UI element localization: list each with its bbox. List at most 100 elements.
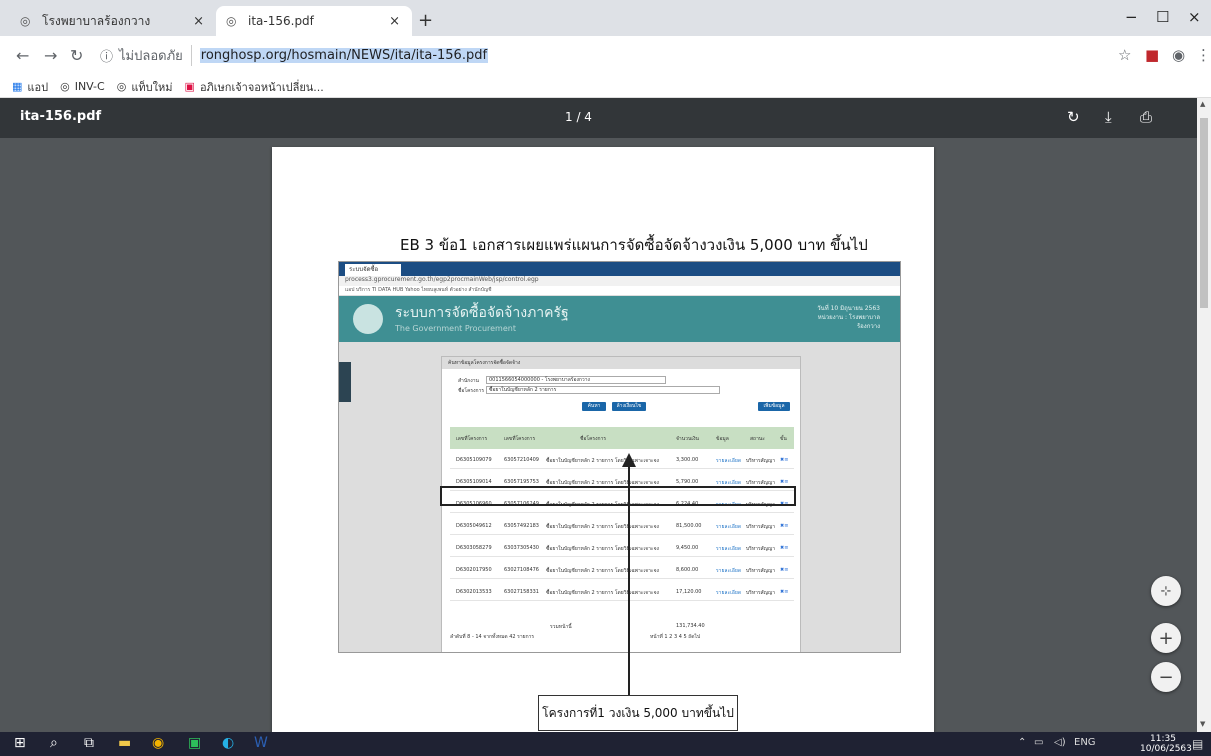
embedded-screenshot: ระบบจัดซื้อ process3.gprocurement.go.th/…: [338, 261, 901, 653]
cell-amount: 9,450.00: [676, 545, 699, 551]
inner-table-row: D6302013533 63027158331 ซื้อยาในบัญชียาหลั…: [450, 583, 794, 601]
star-icon[interactable]: ☆: [1118, 46, 1131, 64]
apps-icon: ▦: [12, 80, 23, 93]
bookmark-page[interactable]: ▣ อภิเษกเจ้าจอหน้าเปลี่ยน...: [185, 78, 324, 96]
cell-name: ซื้อยาในบัญชียาหลัก 2 รายการ โดยวิธีเฉพา…: [546, 546, 659, 552]
pdf-toolbar: ita-156.pdf 1 / 4 ↻ ⤓ ⎙: [0, 98, 1211, 138]
total-label: รวมหน้านี้: [550, 624, 572, 630]
scroll-down-icon[interactable]: ▼: [1200, 720, 1205, 728]
inner-table-row: D6303058279 63037305430 ซื้อยาในบัญชียาหลั…: [450, 539, 794, 557]
cell-amount: 5,790.00: [676, 479, 699, 485]
language-indicator[interactable]: ENG: [1074, 737, 1096, 748]
bookmark-invc[interactable]: ◎ INV-C: [60, 80, 105, 93]
search-icon[interactable]: ⌕: [50, 735, 58, 751]
inner-site-header: ระบบการจัดซื้อจัดจ้างภาครัฐ The Governme…: [339, 296, 900, 342]
cell-name: ซื้อยาในบัญชียาหลัก 2 รายการ โดยวิธีเฉพา…: [546, 568, 659, 574]
fit-page-button[interactable]: ⊹: [1151, 576, 1181, 606]
volume-icon[interactable]: ◁): [1054, 737, 1066, 748]
cell-amount: 8,600.00: [676, 567, 699, 573]
inner-address-bar: process3.gprocurement.go.th/egp2procmain…: [339, 276, 900, 286]
action-icon: ✖≡: [780, 589, 789, 595]
line-icon[interactable]: ▣: [188, 735, 201, 751]
inner-add-button: เพิ่มข้อมูล: [758, 402, 790, 411]
security-indicator[interactable]: ⓘ ไม่ปลอดภัย: [100, 44, 192, 66]
cell-info: รายละเอียด: [716, 590, 742, 596]
tab-pdf[interactable]: ◎ ita-156.pdf ×: [216, 6, 412, 36]
print-icon[interactable]: ⎙: [1140, 108, 1152, 126]
action-icon: ✖≡: [780, 523, 789, 529]
cell-id: D6302017950: [456, 567, 492, 573]
bookmark-label: อภิเษกเจ้าจอหน้าเปลี่ยน...: [199, 80, 324, 94]
rotate-icon[interactable]: ↻: [1067, 108, 1080, 126]
address-bar[interactable]: ⓘ ไม่ปลอดภัย ronghosp.org/hosmain/NEWS/i…: [100, 42, 1100, 68]
bookmark-label: INV-C: [74, 80, 105, 93]
menu-icon[interactable]: ⋮: [1196, 46, 1211, 64]
inner-table-row: D6302017950 63027108476 ซื้อยาในบัญชียาหลั…: [450, 561, 794, 579]
scroll-thumb[interactable]: [1200, 118, 1208, 308]
column-header: ชื่อโครงการ: [580, 436, 607, 442]
tab-close-button[interactable]: ×: [389, 14, 400, 29]
inner-tab: ระบบจัดซื้อ: [345, 264, 401, 276]
cell-name: ซื้อยาในบัญชียาหลัก 2 รายการ โดยวิธีเฉพา…: [546, 590, 659, 596]
clock-date: 10/06/2563: [1140, 744, 1192, 754]
word-icon[interactable]: W: [254, 735, 268, 751]
record-count: ลำดับที่ 8 - 14 จากทั้งหมด 42 รายการ: [450, 634, 535, 640]
profile-icon[interactable]: ◉: [1172, 46, 1185, 64]
new-tab-button[interactable]: +: [418, 10, 433, 31]
cell-id: D6303058279: [456, 545, 492, 551]
column-header: เลขที่โครงการ: [504, 436, 536, 442]
bookmark-apps[interactable]: ▦ แอป: [12, 78, 48, 96]
tab-close-button[interactable]: ×: [193, 14, 204, 29]
url-text[interactable]: ronghosp.org/hosmain/NEWS/ita/ita-156.pd…: [199, 47, 489, 63]
page-title: EB 3 ข้อ1 เอกสารเผยแพร่แผนการจัดซื้อจัดจ…: [400, 236, 868, 254]
download-icon[interactable]: ⤓: [1105, 108, 1112, 126]
cell-id: D6305109014: [456, 479, 492, 485]
inner-side-menu: [339, 362, 351, 402]
zoom-in-button[interactable]: +: [1151, 623, 1181, 653]
cell-no: 63057195753: [504, 479, 539, 485]
arrow-line: [628, 467, 630, 715]
close-window-button[interactable]: ×: [1188, 8, 1201, 26]
notification-icon[interactable]: ▤: [1192, 737, 1203, 751]
cell-status: บริหารสัญญา: [746, 590, 776, 596]
network-icon[interactable]: ▭: [1034, 737, 1043, 748]
bookmark-newtab[interactable]: ◎ แท็บใหม่: [117, 78, 173, 96]
inner-site-userinfo: วันที่ 10 มิถุนายน 2563 หน่วยงาน : โรงพย…: [817, 305, 880, 330]
bookmark-label: แอป: [27, 80, 49, 94]
tray-chevron-icon[interactable]: ⌃: [1018, 737, 1026, 748]
browser-window: { "browser": { "tabs": [ {"label": "โรงพ…: [0, 0, 1211, 756]
tab-ronghosp[interactable]: ◎ โรงพยาบาลร้องกวาง ×: [10, 6, 216, 36]
inner-search-form: สำนักงาน 0011566054000000 - โรงพยาบาลร้อ…: [442, 369, 800, 413]
pdf-extension-icon[interactable]: ■: [1145, 46, 1159, 64]
emblem-icon: [353, 304, 383, 334]
column-header: จำนวนเงิน: [676, 436, 699, 442]
pdf-filename: ita-156.pdf: [20, 109, 102, 124]
forward-icon[interactable]: →: [44, 46, 57, 65]
chrome-icon[interactable]: ◉: [152, 735, 164, 751]
reload-icon[interactable]: ↻: [70, 46, 83, 65]
cell-id: D6305049612: [456, 523, 492, 529]
page-indicator[interactable]: 1 / 4: [565, 110, 592, 124]
cell-status: บริหารสัญญา: [746, 546, 776, 552]
cell-name: ซื้อยาในบัญชียาหลัก 2 รายการ โดยวิธีเฉพา…: [546, 458, 659, 464]
cell-amount: 17,120.00: [676, 589, 702, 595]
cell-no: 63037305430: [504, 545, 539, 551]
maximize-button[interactable]: ☐: [1156, 8, 1169, 26]
clock[interactable]: 11:35 10/06/2563: [1140, 734, 1192, 754]
dept-label: สำนักงาน: [458, 378, 479, 384]
scroll-up-icon[interactable]: ▲: [1200, 100, 1205, 108]
minimize-button[interactable]: −: [1125, 8, 1138, 26]
inner-tab-strip: ระบบจัดซื้อ: [339, 262, 900, 276]
file-explorer-icon[interactable]: ▬: [118, 735, 131, 751]
pager: หน้าที่ 1 2 3 4 5 ถัดไป: [650, 634, 701, 640]
edge-icon[interactable]: ◐: [222, 735, 234, 751]
zoom-out-button[interactable]: −: [1151, 662, 1181, 692]
cell-no: 63057492183: [504, 523, 539, 529]
vertical-scrollbar[interactable]: ▲ ▼: [1197, 98, 1211, 732]
inner-search-button: ค้นหา: [582, 402, 606, 411]
back-icon[interactable]: ←: [16, 46, 29, 65]
task-view-icon[interactable]: ⧉: [84, 735, 94, 751]
taskbar: ⊞ ⌕ ⧉ ▬ ◉ ▣ ◐ W ⌃ ▭ ◁) ENG 11:35 10/06/2…: [0, 732, 1211, 756]
start-icon[interactable]: ⊞: [14, 735, 26, 751]
cell-info: รายละเอียด: [716, 546, 742, 552]
